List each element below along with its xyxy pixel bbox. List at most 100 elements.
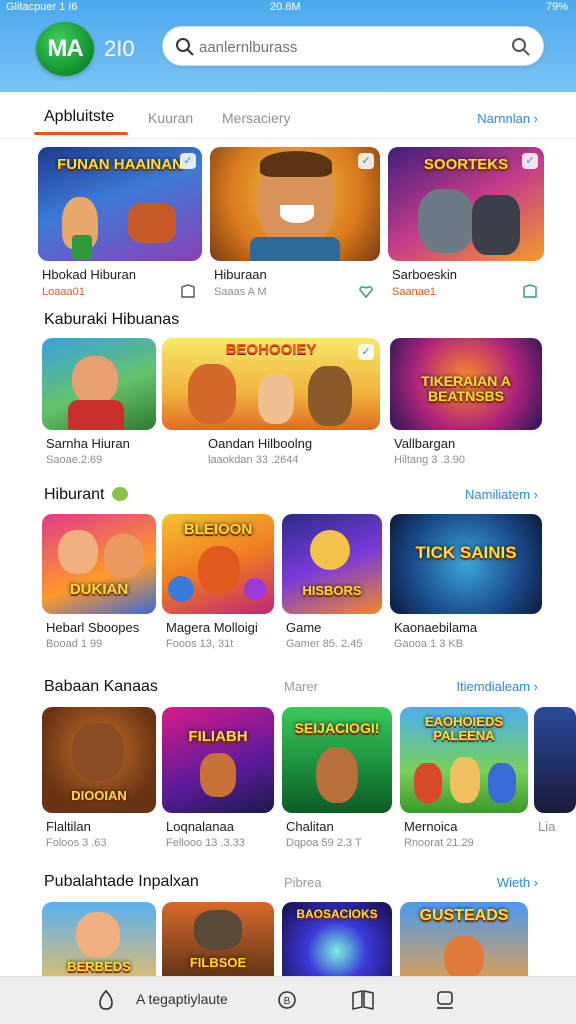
- game-subtitle: Gaooa 1 3 KB: [394, 638, 464, 650]
- game-title: Sarnha Hiuran: [46, 436, 130, 451]
- game-title: Chalitan: [286, 819, 334, 834]
- check-icon: ✓: [358, 153, 374, 169]
- section-title: Babaan Kanaas: [44, 678, 158, 695]
- section-filter-label[interactable]: Marer: [284, 679, 318, 694]
- thumbnail-art-title: BERBEDS: [67, 959, 131, 974]
- thumbnail-art-title: TICK SAINIS: [415, 543, 517, 562]
- game-card[interactable]: FUNAN HAAINAN ✓ Hbokad Hiburan Loaaa01: [38, 147, 202, 307]
- game-subtitle: laaokdan 33 .2644: [208, 454, 299, 466]
- game-title: Oandan Hilboolng: [208, 436, 313, 451]
- section-title: Hiburant: [44, 486, 105, 503]
- profile-icon[interactable]: [434, 989, 456, 1011]
- search-bar[interactable]: [162, 26, 544, 66]
- divider: [0, 138, 576, 139]
- status-bar: Glitacpuer 1 I6 20.8M 79%: [0, 0, 576, 18]
- app-logo[interactable]: MA: [36, 22, 94, 76]
- game-thumbnail: [42, 338, 156, 430]
- game-card[interactable]: SEIJACIOGI! Chalitan Dqpoa 59 2.3 T: [282, 707, 392, 853]
- status-carrier: Glitacpuer 1 I6: [6, 1, 78, 13]
- game-card[interactable]: Sarnha Hiuran Saoae.2.69: [42, 338, 156, 470]
- section-see-all-link[interactable]: Wieth ›: [497, 875, 538, 890]
- section-see-all-link[interactable]: Itiemdialeam ›: [456, 679, 538, 694]
- game-thumbnail: BEOHOOIEY ✓: [162, 338, 380, 430]
- thumbnail-art-title: BLEIOON: [183, 521, 253, 538]
- thumbnail-art-title: DUKIAN: [69, 581, 129, 598]
- thumbnail-art-title: SEIJACIOGI!: [294, 720, 380, 736]
- thumbnail-art-title: DIOOIAN: [71, 788, 127, 803]
- game-subtitle: Booad 1 99: [46, 638, 103, 650]
- section-see-all-link[interactable]: Namiliatem ›: [465, 487, 538, 502]
- game-card[interactable]: TICK SAINIS Kaonaebilama Gaooa 1 3 KB: [390, 514, 542, 654]
- game-card[interactable]: BAOSACIOKS: [282, 902, 392, 992]
- game-title: Flaltilan: [46, 819, 91, 834]
- game-subtitle: Gamer 85. 2.45: [286, 638, 363, 650]
- game-card[interactable]: HISBORS Game Gamer 85. 2.45: [282, 514, 382, 654]
- game-card[interactable]: SOORTEKS ✓ Sarboeskin Saanae1: [388, 147, 544, 307]
- game-title: Magera Molloigi: [166, 620, 258, 635]
- game-thumbnail: DIOOIAN: [42, 707, 156, 813]
- game-card[interactable]: GUSTEADS: [400, 902, 528, 992]
- section-title: Kaburaki Hibuanas: [44, 311, 180, 328]
- thumbnail-art-title: TIKERAIAN A BEATNSBS: [421, 373, 511, 404]
- game-title: Hebarl Sboopes: [46, 620, 140, 635]
- game-title: Hiburaan: [214, 267, 267, 282]
- game-subtitle: Loaaa01: [42, 286, 85, 298]
- active-tab-indicator: [34, 132, 128, 135]
- status-battery: 79%: [545, 1, 568, 13]
- search-submit-icon[interactable]: [511, 37, 531, 57]
- tab-kuuran[interactable]: Kuuran: [148, 110, 193, 126]
- search-input[interactable]: [199, 36, 499, 58]
- game-thumbnail: TICK SAINIS: [390, 514, 542, 614]
- tabs-see-all-link[interactable]: Narnnlan ›: [477, 111, 538, 126]
- heart-icon[interactable]: [358, 283, 374, 299]
- game-card[interactable]: BEOHOOIEY ✓ Oandan Hilboolng laaokdan 33…: [162, 338, 380, 470]
- game-title: Kaonaebilama: [394, 620, 478, 635]
- game-subtitle: Saaas A M: [214, 286, 267, 298]
- leaf-icon: [112, 487, 128, 501]
- game-card[interactable]: Lia: [534, 707, 576, 853]
- section-filter-label[interactable]: Pibrea: [284, 875, 322, 890]
- game-subtitle: Saanae1: [392, 286, 437, 298]
- game-title: Mernoica: [404, 819, 458, 834]
- thumbnail-art-title: BAOSACIOKS: [296, 907, 378, 921]
- game-card[interactable]: BERBEDS: [42, 902, 156, 992]
- game-card[interactable]: FILBSOE: [162, 902, 274, 992]
- game-subtitle: Rnoorat 21.29: [404, 837, 474, 849]
- game-thumbnail: SEIJACIOGI!: [282, 707, 392, 813]
- game-card[interactable]: EAOHOIEDS PALEENA Mernoica Rnoorat 21.29: [400, 707, 528, 853]
- thumbnail-art-title: FILIABH: [188, 728, 248, 745]
- game-subtitle: Foloos 3 .63: [46, 837, 107, 849]
- game-subtitle: Hiltang 3 .3.90: [394, 454, 465, 466]
- game-card[interactable]: DIOOIAN Flaltilan Foloos 3 .63: [42, 707, 156, 853]
- game-card[interactable]: FILIABH Loqnalanaa Fellooo 13 .3.33: [162, 707, 274, 853]
- tab-mersaciery[interactable]: Mersaciery: [222, 110, 290, 126]
- bookmark-icon[interactable]: [522, 283, 538, 299]
- thumbnail-art-title: FILBSOE: [189, 955, 247, 970]
- game-subtitle: Fooos 13, 31t: [166, 638, 234, 650]
- check-icon: ✓: [358, 344, 374, 360]
- home-icon[interactable]: [96, 989, 116, 1011]
- game-thumbnail: FILIABH: [162, 707, 274, 813]
- game-card[interactable]: TIKERAIAN A BEATNSBS Vallbargan Hiltang …: [390, 338, 542, 470]
- thumbnail-art-title: FUNAN HAAINAN: [57, 156, 183, 173]
- tab-bar: Apbluitste Kuuran Mersaciery Narnnlan ›: [0, 92, 576, 138]
- coin-icon[interactable]: B: [276, 989, 298, 1011]
- library-icon[interactable]: [350, 989, 376, 1011]
- game-title: Vallbargan: [394, 436, 456, 451]
- svg-text:B: B: [284, 996, 291, 1007]
- game-subtitle: Fellooo 13 .3.33: [166, 837, 245, 849]
- thumbnail-art-title: BEOHOOIEY: [225, 341, 317, 358]
- game-thumbnail: HISBORS: [282, 514, 382, 614]
- game-card[interactable]: DUKIAN Hebarl Sboopes Booad 1 99: [42, 514, 156, 654]
- tab-apbluitste[interactable]: Apbluitste: [44, 108, 114, 126]
- thumbnail-art-title: HISBORS: [302, 583, 362, 598]
- game-card[interactable]: BLEIOON Magera Molloigi Fooos 13, 31t: [162, 514, 274, 654]
- game-card[interactable]: ✓ Hiburaan Saaas A M: [210, 147, 380, 307]
- game-title: Loqnalanaa: [166, 819, 234, 834]
- check-icon: ✓: [180, 153, 196, 169]
- bottom-nav-label[interactable]: A tegaptiylaute: [136, 991, 228, 1007]
- bookmark-icon[interactable]: [180, 283, 196, 299]
- section-title: Pubalahtade Inpalxan: [44, 873, 199, 890]
- game-thumbnail: [534, 707, 576, 813]
- thumbnail-art-title: EAOHOIEDS PALEENA: [424, 714, 503, 743]
